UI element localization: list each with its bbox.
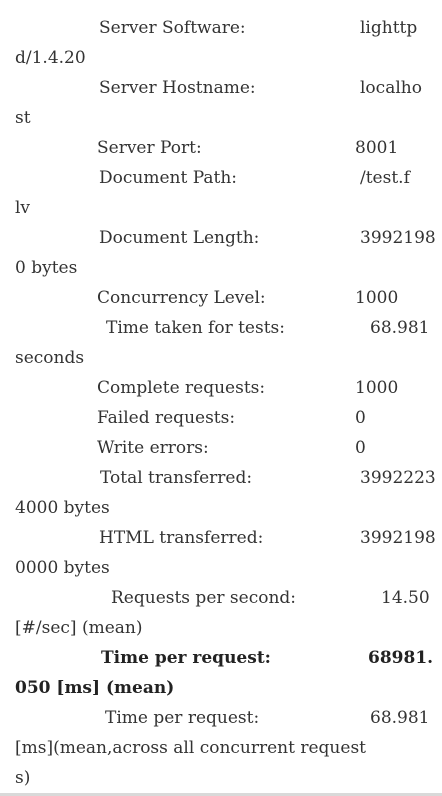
label-complete-requests: Complete requests: xyxy=(97,378,266,398)
value-complete-requests: 1000 xyxy=(355,378,399,398)
value-server-software-cont: d/1.4.20 xyxy=(15,48,86,68)
value-time-per-request-concurrent-cont2: s) xyxy=(15,768,31,788)
label-server-hostname: Server Hostname: xyxy=(99,78,256,98)
value-time-taken: 68.981 xyxy=(370,318,430,338)
value-document-length-cont: 0 bytes xyxy=(15,258,78,278)
value-html-transferred: 3992198 xyxy=(360,528,436,548)
label-html-transferred: HTML transferred: xyxy=(99,528,264,548)
label-time-per-request-mean: Time per request: xyxy=(101,648,271,668)
value-server-software: lighttp xyxy=(360,18,418,38)
value-html-transferred-cont: 0000 bytes xyxy=(15,558,110,578)
label-server-software: Server Software: xyxy=(99,18,246,38)
label-document-path: Document Path: xyxy=(99,168,238,188)
label-requests-per-second: Requests per second: xyxy=(111,588,297,608)
value-document-length: 3992198 xyxy=(360,228,436,248)
value-time-per-request-concurrent: 68.981 xyxy=(370,708,430,728)
value-document-path-cont: lv xyxy=(15,198,31,218)
value-concurrency-level: 1000 xyxy=(355,288,399,308)
value-time-per-request-mean: 68981. xyxy=(368,648,434,668)
label-server-port: Server Port: xyxy=(97,138,202,158)
label-write-errors: Write errors: xyxy=(97,438,209,458)
benchmark-output: Server Software: lighttp d/1.4.20 Server… xyxy=(0,0,442,796)
label-document-length: Document Length: xyxy=(99,228,260,248)
label-failed-requests: Failed requests: xyxy=(97,408,236,428)
value-total-transferred-cont: 4000 bytes xyxy=(15,498,110,518)
value-requests-per-second: 14.50 xyxy=(381,588,430,608)
label-total-transferred: Total transferred: xyxy=(100,468,253,488)
value-server-hostname-cont: st xyxy=(15,108,31,128)
value-document-path: /test.f xyxy=(360,168,410,188)
value-server-hostname: localho xyxy=(360,78,422,98)
value-time-taken-cont: seconds xyxy=(15,348,85,368)
value-write-errors: 0 xyxy=(355,438,366,458)
label-concurrency-level: Concurrency Level: xyxy=(97,288,266,308)
value-time-per-request-concurrent-cont: [ms](mean,across all concurrent request xyxy=(15,738,366,758)
value-requests-per-second-cont: [#/sec] (mean) xyxy=(15,618,143,638)
value-total-transferred: 3992223 xyxy=(360,468,436,488)
value-failed-requests: 0 xyxy=(355,408,366,428)
value-time-per-request-mean-cont: 050 [ms] (mean) xyxy=(15,678,175,698)
label-time-taken: Time taken for tests: xyxy=(106,318,285,338)
value-server-port: 8001 xyxy=(355,138,399,158)
label-time-per-request-concurrent: Time per request: xyxy=(105,708,260,728)
